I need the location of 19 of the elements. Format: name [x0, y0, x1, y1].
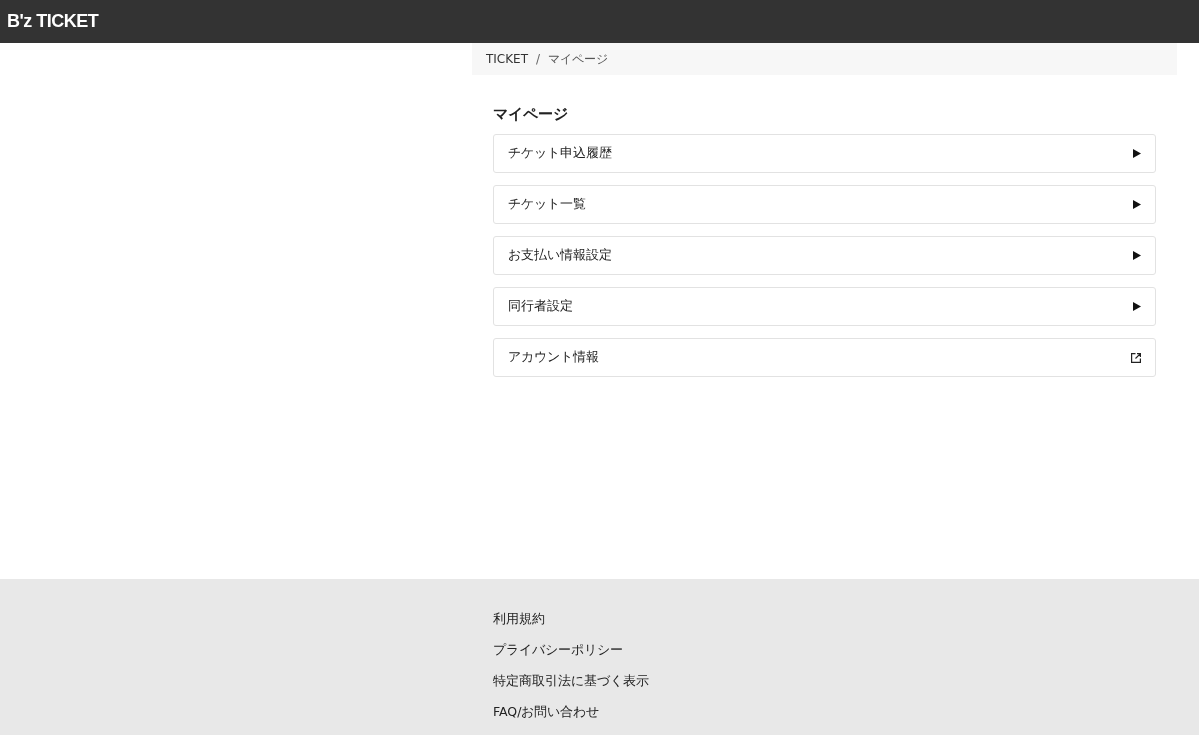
- triangle-arrow-icon: [1133, 200, 1141, 209]
- footer-link[interactable]: FAQ/お問い合わせ: [493, 702, 1199, 721]
- footer-link[interactable]: 特定商取引法に基づく表示: [493, 671, 1199, 690]
- external-link-icon: [1131, 352, 1141, 363]
- menu-item[interactable]: 同行者設定: [493, 287, 1156, 326]
- breadcrumb-current: マイページ: [548, 50, 609, 68]
- triangle-arrow-icon: [1133, 251, 1141, 260]
- breadcrumb-separator: /: [536, 52, 541, 66]
- triangle-arrow-icon: [1133, 149, 1141, 158]
- breadcrumb-link[interactable]: TICKET: [486, 52, 529, 66]
- footer-link[interactable]: 利用規約: [493, 609, 1199, 628]
- site-logo[interactable]: B'z TICKET: [7, 11, 99, 32]
- menu-item[interactable]: お支払い情報設定: [493, 236, 1156, 275]
- menu-item[interactable]: チケット一覧: [493, 185, 1156, 224]
- page-title: マイページ: [493, 105, 569, 124]
- menu-item[interactable]: アカウント情報: [493, 338, 1156, 377]
- menu-item[interactable]: チケット申込履歴: [493, 134, 1156, 173]
- triangle-arrow-icon: [1133, 302, 1141, 311]
- footer-link[interactable]: プライバシーポリシー: [493, 640, 1199, 659]
